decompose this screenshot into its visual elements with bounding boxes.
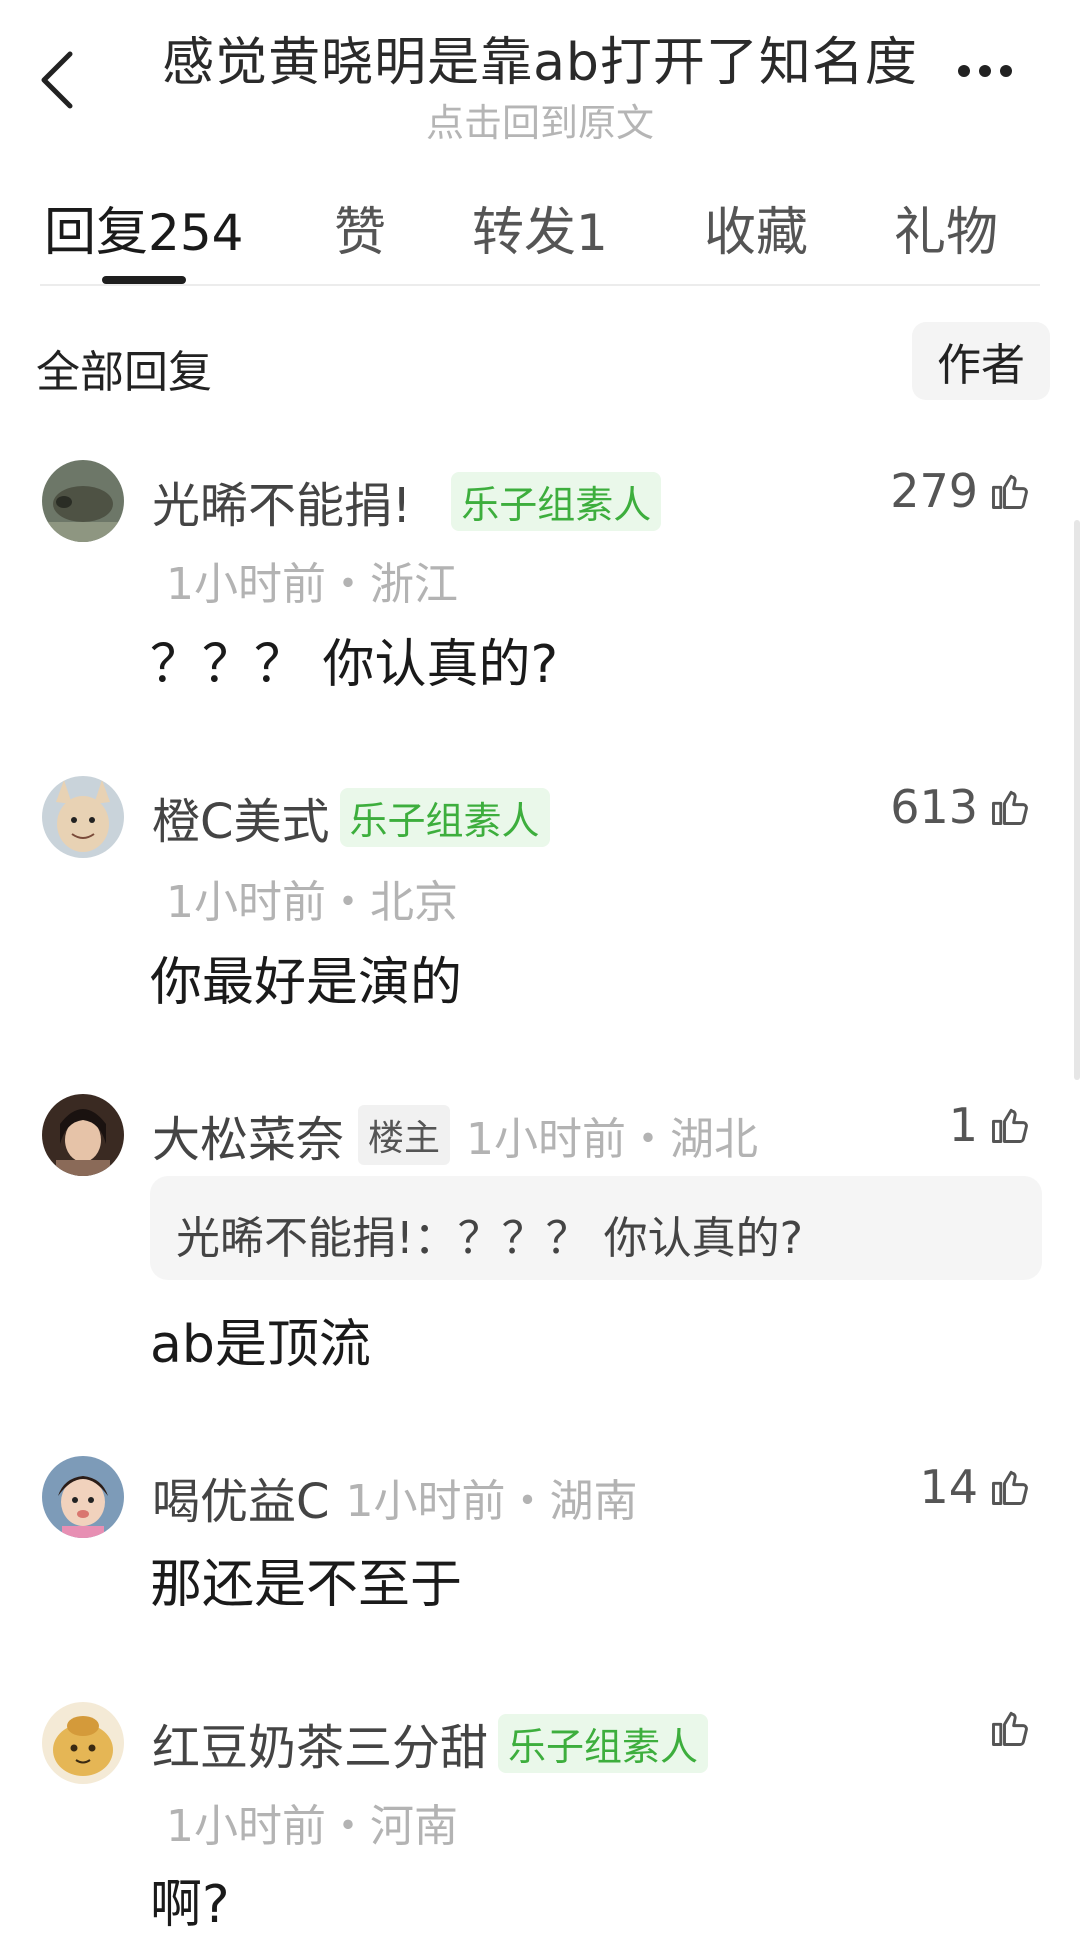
avatar-image-icon: [42, 1094, 124, 1176]
like-count: 279: [890, 464, 978, 518]
op-badge: 楼主: [358, 1105, 451, 1165]
time-location: 1小时前・湖北: [466, 1114, 759, 1165]
username[interactable]: 光晞不能捐!: [152, 466, 411, 536]
thumbs-up-icon: [992, 474, 1028, 509]
username[interactable]: 喝优益C: [152, 1462, 330, 1532]
tab-likes[interactable]: 赞: [334, 190, 386, 265]
user-badge: 乐子组素人: [451, 471, 662, 531]
quoted-reply[interactable]: 光晞不能捐!：？？？ 你认真的?: [150, 1176, 1042, 1280]
tab-count: 254: [148, 204, 244, 262]
like-button[interactable]: [978, 1706, 1032, 1750]
page-title: 感觉黄晓明是靠ab打开了知名度: [162, 33, 918, 93]
tab-count: 1: [576, 204, 608, 262]
comment-text: ？？？ 你认真的?: [150, 635, 559, 695]
avatar[interactable]: [42, 776, 124, 858]
avatar[interactable]: [42, 460, 124, 542]
tab-replies[interactable]: 回复254: [44, 190, 243, 265]
like-button[interactable]: 14: [919, 1460, 1032, 1514]
tab-label: 礼物: [894, 203, 999, 263]
time-location: 1小时前・北京: [166, 877, 458, 928]
like-button[interactable]: 613: [890, 780, 1032, 834]
avatar-image-icon: [42, 1456, 124, 1538]
scrollbar[interactable]: [1074, 520, 1080, 1080]
thumbs-up-icon: [992, 790, 1028, 825]
thumbs-up-icon: [992, 1711, 1028, 1746]
tab-gifts[interactable]: 礼物: [894, 190, 998, 265]
tab-label: 回复: [44, 203, 149, 263]
tab-label: 转发: [472, 203, 577, 263]
comment-text: ab是顶流: [150, 1315, 371, 1375]
avatar[interactable]: [42, 1456, 124, 1538]
all-replies-filter[interactable]: 全部回复: [36, 336, 212, 400]
avatar-image-icon: [42, 776, 124, 858]
quoted-text: 光晞不能捐!：？？？ 你认真的?: [176, 1213, 803, 1264]
username[interactable]: 红豆奶茶三分甜: [152, 1708, 488, 1778]
divider: [40, 284, 1040, 286]
avatar[interactable]: [42, 1702, 124, 1784]
chevron-left-icon: [41, 51, 73, 109]
more-icon: [958, 62, 1021, 81]
comment-text: 那还是不至于: [150, 1555, 463, 1615]
back-button[interactable]: [36, 48, 86, 112]
comment-header: 光晞不能捐! 乐子组素人: [152, 466, 662, 536]
like-count: 1: [948, 1098, 978, 1152]
time-location: 1小时前・浙江: [166, 559, 458, 610]
thumbs-up-icon: [992, 1470, 1028, 1505]
comment-header: 红豆奶茶三分甜 乐子组素人: [152, 1708, 709, 1778]
more-options-button[interactable]: [958, 62, 1028, 94]
like-count: 14: [919, 1460, 978, 1514]
time-location: 1小时前・河南: [166, 1801, 458, 1852]
comment-text: 啊?: [150, 1875, 230, 1935]
comment-header: 大松菜奈 楼主 1小时前・湖北: [152, 1100, 758, 1170]
tab-label: 收藏: [704, 203, 809, 263]
user-badge: 乐子组素人: [498, 1713, 709, 1773]
time-location: 1小时前・湖南: [345, 1476, 638, 1527]
username[interactable]: 大松菜奈: [152, 1100, 344, 1170]
comment-header: 橙C美式 乐子组素人: [152, 782, 550, 852]
username[interactable]: 橙C美式: [152, 782, 330, 852]
avatar-image-icon: [42, 460, 124, 542]
author-filter-button[interactable]: 作者: [912, 322, 1050, 400]
tab-label: 赞: [334, 203, 387, 263]
user-badge: 乐子组素人: [339, 787, 550, 847]
comment-header: 喝优益C 1小时前・湖南: [152, 1462, 638, 1532]
active-tab-indicator: [102, 276, 186, 284]
avatar[interactable]: [42, 1094, 124, 1176]
like-button[interactable]: 1: [949, 1098, 1032, 1152]
back-to-original-link[interactable]: 点击回到原文: [150, 92, 930, 147]
like-button[interactable]: 279: [890, 464, 1032, 518]
thumbs-up-icon: [992, 1108, 1028, 1143]
avatar-image-icon: [42, 1702, 124, 1784]
tab-favorites[interactable]: 收藏: [704, 190, 808, 265]
tab-reposts[interactable]: 转发1: [472, 190, 608, 265]
like-count: 613: [890, 780, 978, 834]
comment-text: 你最好是演的: [150, 953, 463, 1013]
